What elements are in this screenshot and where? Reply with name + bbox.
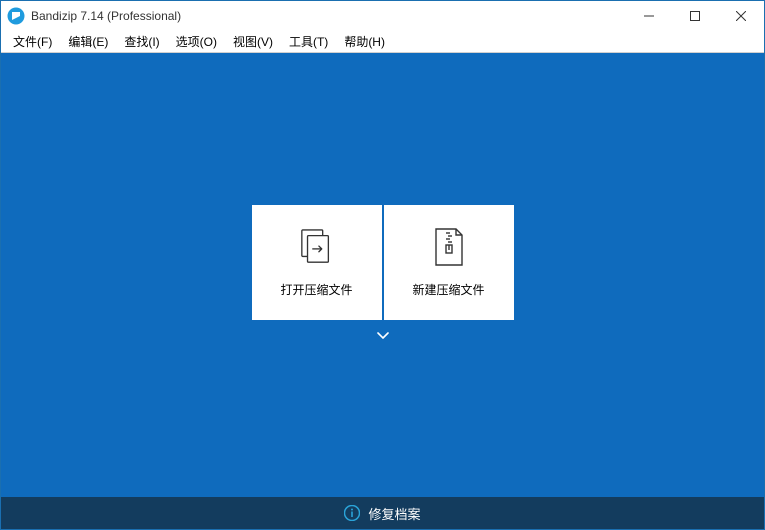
minimize-button[interactable] xyxy=(626,1,672,31)
menu-edit[interactable]: 编辑(E) xyxy=(60,31,116,52)
window-controls xyxy=(626,1,764,31)
content-area: 打开压缩文件 新建压缩文件 xyxy=(1,53,764,497)
menu-help[interactable]: 帮助(H) xyxy=(336,31,393,52)
card-row: 打开压缩文件 新建压缩文件 xyxy=(252,205,514,320)
new-archive-card[interactable]: 新建压缩文件 xyxy=(384,205,514,320)
menubar: 文件(F) 编辑(E) 查找(I) 选项(O) 视图(V) 工具(T) 帮助(H… xyxy=(1,31,764,53)
open-file-icon xyxy=(299,227,335,267)
titlebar: Bandizip 7.14 (Professional) xyxy=(1,1,764,31)
new-archive-label: 新建压缩文件 xyxy=(412,281,484,298)
close-button[interactable] xyxy=(718,1,764,31)
maximize-button[interactable] xyxy=(672,1,718,31)
statusbar-repair[interactable]: 修复档案 xyxy=(1,497,764,529)
zip-file-icon xyxy=(431,227,467,267)
expand-chevron[interactable] xyxy=(376,328,390,346)
app-icon xyxy=(7,7,25,25)
statusbar-label: 修复档案 xyxy=(368,504,420,523)
menu-options[interactable]: 选项(O) xyxy=(168,31,225,52)
open-archive-label: 打开压缩文件 xyxy=(280,281,352,298)
menu-find[interactable]: 查找(I) xyxy=(116,31,167,52)
info-icon xyxy=(344,505,360,521)
menu-view[interactable]: 视图(V) xyxy=(225,31,281,52)
menu-file[interactable]: 文件(F) xyxy=(5,31,60,52)
open-archive-card[interactable]: 打开压缩文件 xyxy=(252,205,382,320)
app-window: Bandizip 7.14 (Professional) 文件(F) 编辑(E)… xyxy=(0,0,765,530)
window-title: Bandizip 7.14 (Professional) xyxy=(31,9,181,23)
menu-tools[interactable]: 工具(T) xyxy=(281,31,336,52)
